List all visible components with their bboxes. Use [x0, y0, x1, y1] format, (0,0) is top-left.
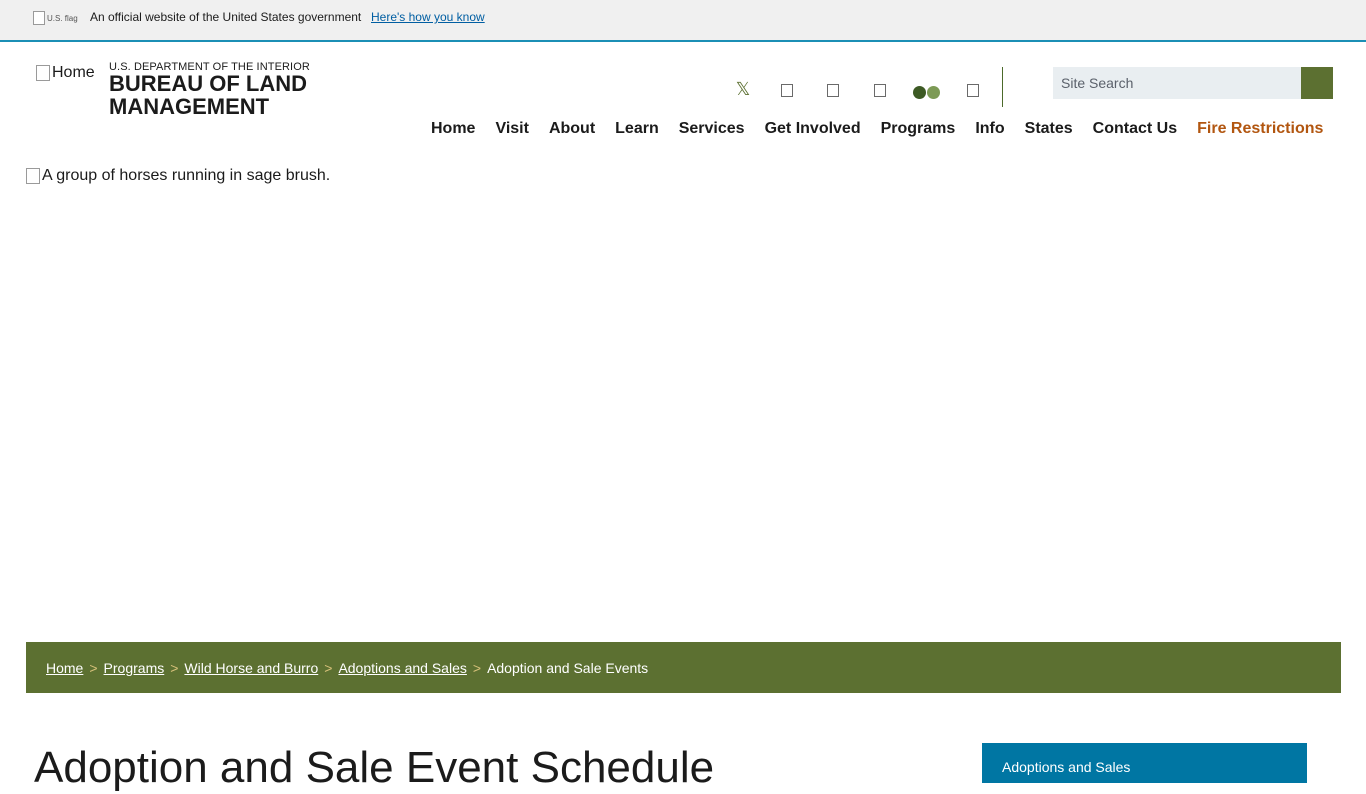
breadcrumb-programs[interactable]: Programs	[104, 660, 165, 676]
flickr-dot-dark	[912, 85, 926, 99]
linkedin-icon[interactable]	[967, 84, 979, 97]
nav-contact-us[interactable]: Contact Us	[1083, 118, 1187, 142]
nav-learn[interactable]: Learn	[605, 118, 669, 142]
nav-get-involved[interactable]: Get Involved	[755, 118, 871, 142]
nav-home[interactable]: Home	[421, 118, 485, 142]
nav-visit[interactable]: Visit	[485, 118, 539, 142]
us-flag-alt: U.S. flag	[47, 13, 78, 23]
sidebar-adoptions-and-sales[interactable]: Adoptions and Sales	[1002, 759, 1130, 775]
logo-alt-text: Home	[52, 64, 95, 81]
breadcrumb-separator: >	[472, 659, 482, 676]
broken-image-icon	[36, 65, 50, 81]
flickr-dot-light	[926, 85, 940, 99]
nav-programs[interactable]: Programs	[871, 118, 966, 142]
site-search-input[interactable]	[1053, 67, 1301, 99]
agency-name[interactable]: BUREAU OF LAND MANAGEMENT	[109, 72, 369, 118]
sidebar-menu: Adoptions and Sales	[982, 743, 1307, 783]
page-title: Adoption and Sale Event Schedule	[34, 743, 715, 792]
gov-banner: U.S. flag An official website of the Uni…	[0, 0, 1366, 42]
hero-alt: A group of horses running in sage brush.	[26, 167, 1341, 185]
flickr-icon[interactable]	[912, 81, 940, 103]
youtube-icon[interactable]	[874, 84, 886, 97]
breadcrumb-separator: >	[324, 659, 333, 676]
official-website-text: An official website of the United States…	[90, 10, 362, 24]
instagram-icon[interactable]	[827, 84, 839, 97]
hero-alt-text: A group of horses running in sage brush.	[42, 167, 331, 184]
breadcrumb-adoptions-and-sales[interactable]: Adoptions and Sales	[338, 660, 466, 676]
x-icon[interactable]: 𝕏	[733, 78, 753, 100]
search-button[interactable]	[1301, 67, 1333, 99]
broken-image-icon	[33, 11, 45, 25]
us-flag-icon: U.S. flag	[33, 10, 83, 26]
nav-info[interactable]: Info	[965, 118, 1014, 142]
nav-fire-restrictions[interactable]: Fire Restrictions	[1187, 118, 1333, 142]
header-divider	[1002, 67, 1003, 107]
breadcrumb: Home > Programs > Wild Horse and Burro >…	[26, 642, 1341, 693]
how-you-know-link[interactable]: Here's how you know	[371, 10, 485, 24]
home-logo[interactable]: Home	[36, 64, 95, 82]
breadcrumb-wild-horse-and-burro[interactable]: Wild Horse and Burro	[184, 660, 318, 676]
breadcrumb-separator: >	[89, 659, 98, 676]
nav-services[interactable]: Services	[669, 118, 755, 142]
main-nav: Home Visit About Learn Services Get Invo…	[421, 118, 1333, 142]
facebook-icon[interactable]	[781, 84, 793, 97]
nav-states[interactable]: States	[1015, 118, 1083, 142]
breadcrumb-home[interactable]: Home	[46, 660, 83, 676]
broken-image-icon	[26, 168, 40, 184]
breadcrumb-separator: >	[170, 659, 179, 676]
hero-image: A group of horses running in sage brush.	[26, 167, 1341, 627]
nav-about[interactable]: About	[539, 118, 605, 142]
breadcrumb-current: Adoption and Sale Events	[487, 659, 649, 676]
